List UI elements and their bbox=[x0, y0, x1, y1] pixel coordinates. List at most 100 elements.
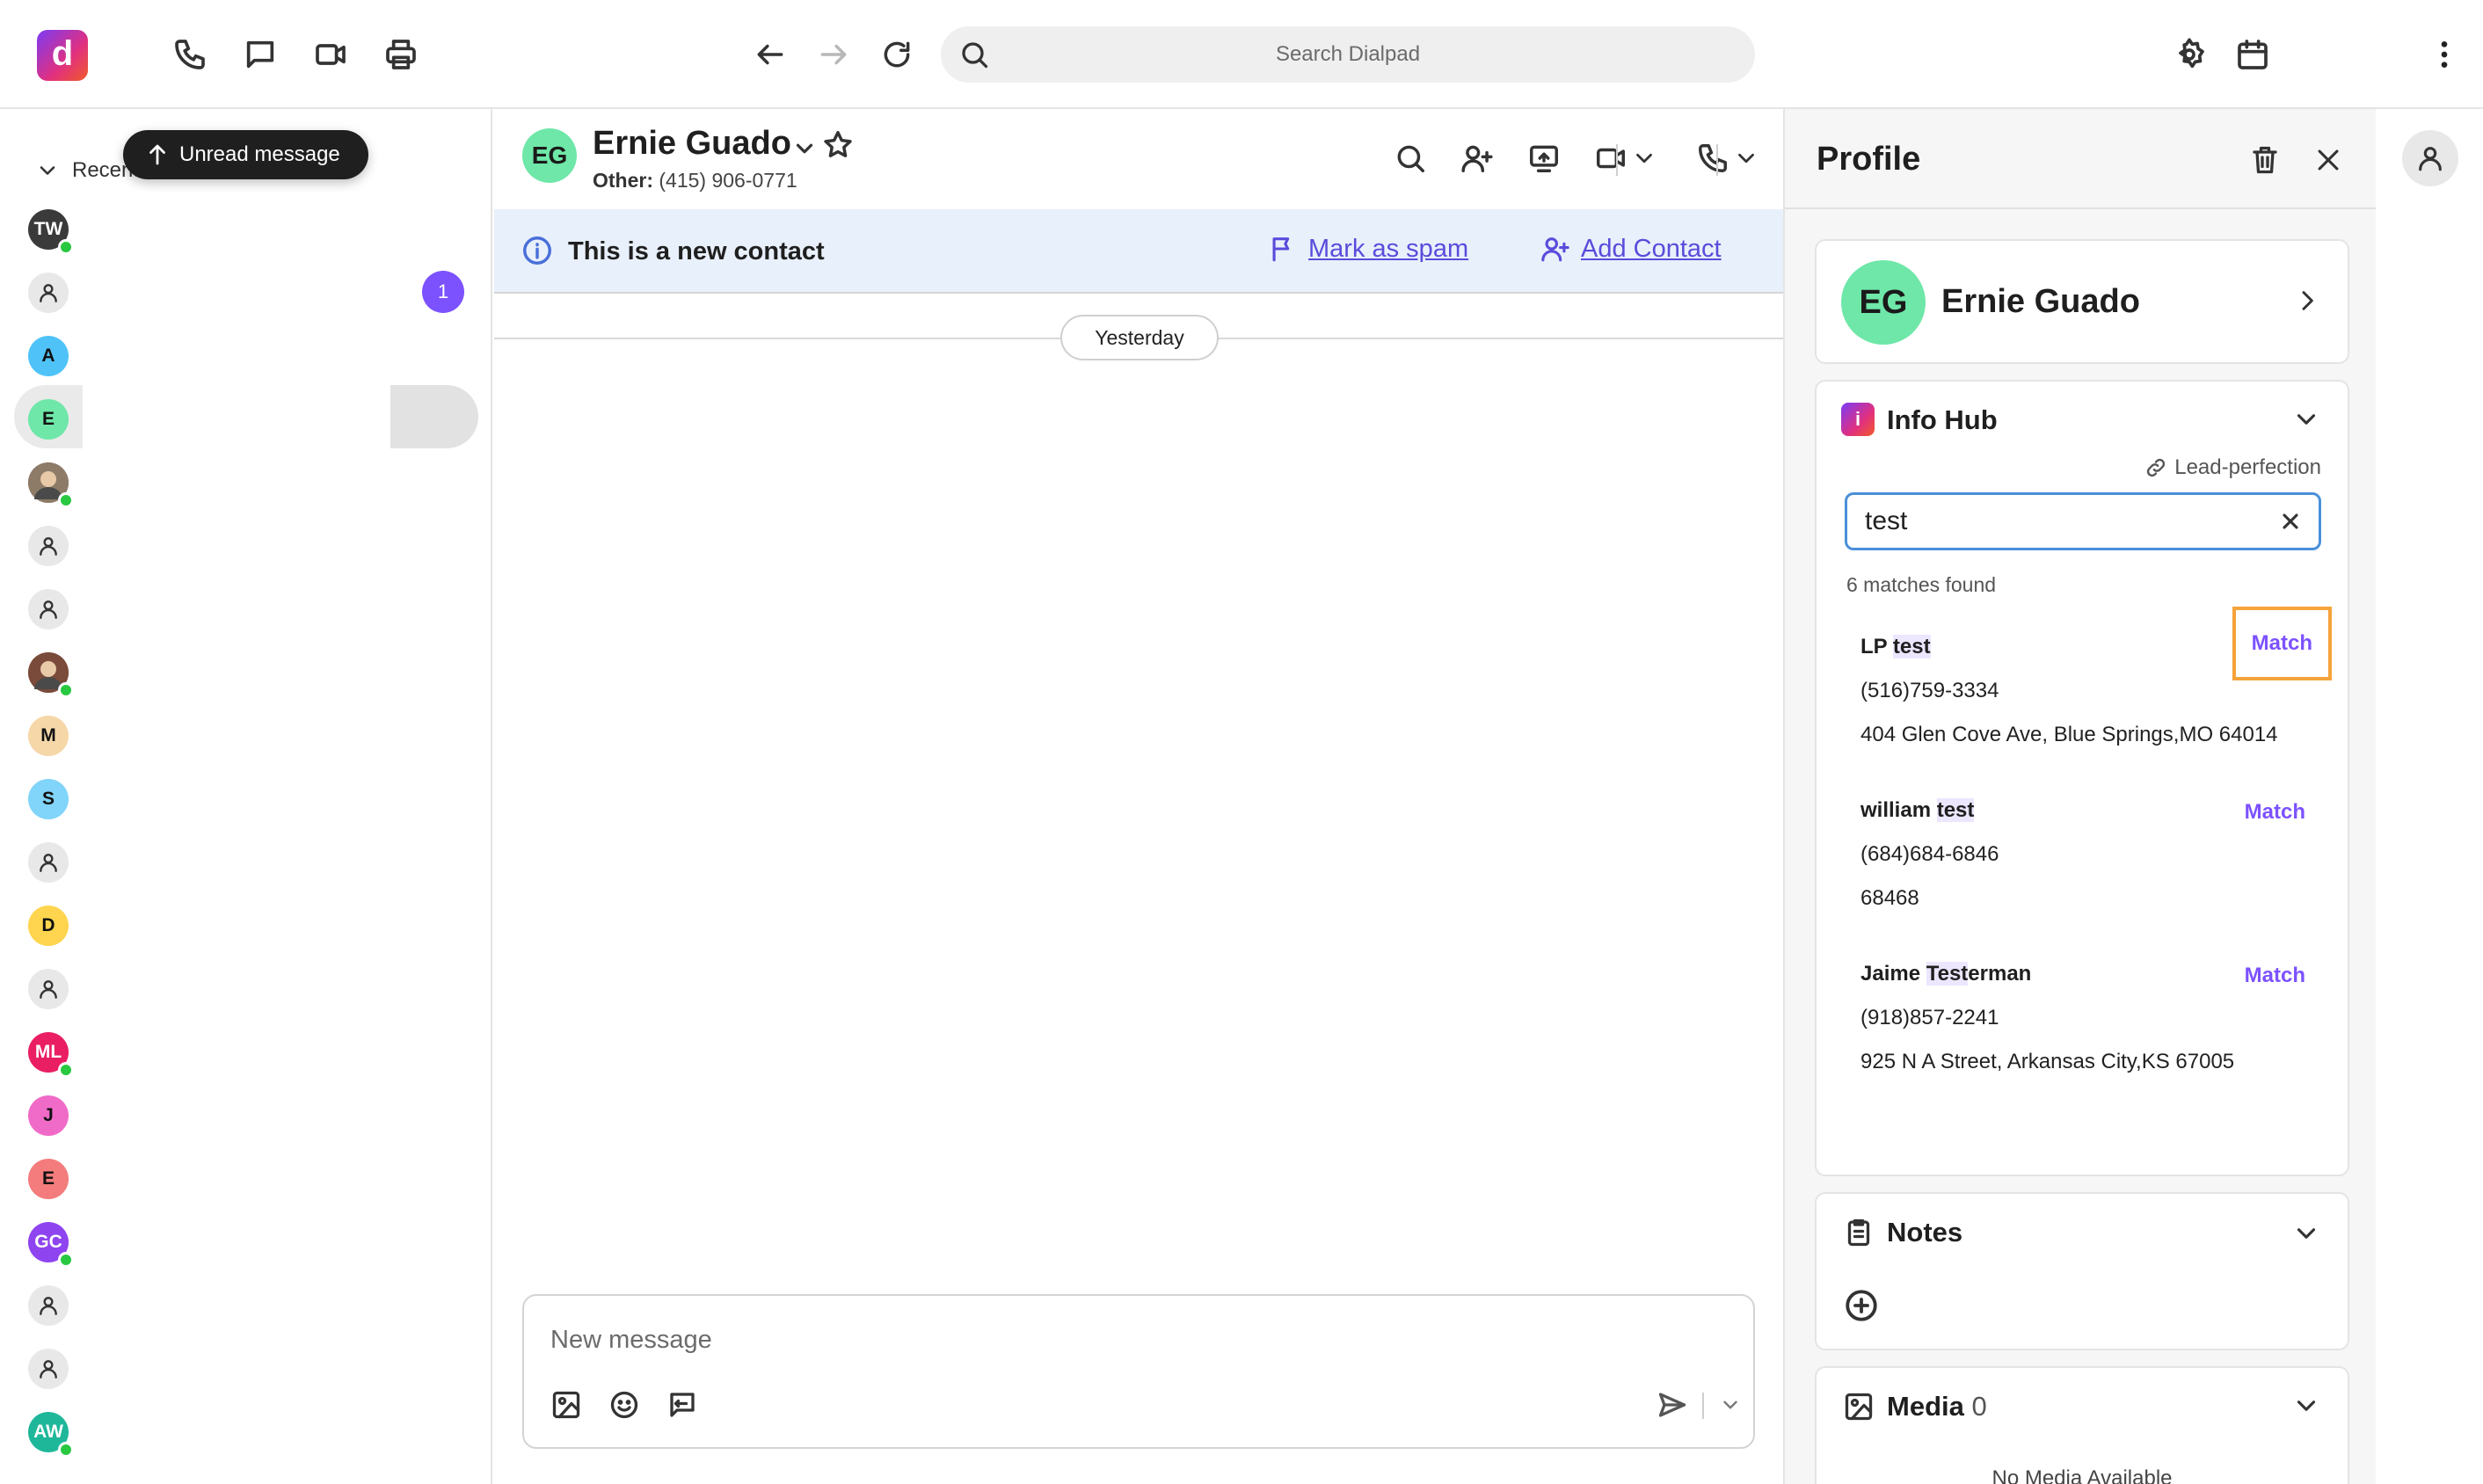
match-button[interactable]: Match bbox=[2229, 958, 2321, 993]
favorite-star-icon[interactable] bbox=[821, 128, 855, 162]
new-contact-banner: This is a new contact Mark as spam Add C… bbox=[494, 209, 1783, 294]
attach-image-icon[interactable] bbox=[545, 1384, 587, 1426]
add-contact-link[interactable]: Add Contact bbox=[1540, 234, 1722, 264]
add-contact-label: Add Contact bbox=[1581, 234, 1722, 263]
call-options-chevron-icon[interactable] bbox=[1722, 134, 1771, 183]
video-options-chevron-icon[interactable] bbox=[1620, 134, 1669, 183]
contact-avatar[interactable]: ML bbox=[28, 1032, 74, 1078]
profile-contact-card[interactable]: EG Ernie Guado bbox=[1815, 239, 2349, 364]
info-hub-logo-icon: i bbox=[1841, 403, 1875, 436]
media-title-label: Media bbox=[1887, 1391, 1964, 1422]
contact-avatar[interactable]: AW bbox=[28, 1412, 74, 1458]
media-count: 0 bbox=[1971, 1391, 1987, 1422]
info-hub-search-input[interactable] bbox=[1865, 495, 2252, 548]
add-participant-icon[interactable] bbox=[1453, 134, 1502, 183]
mark-as-spam-label: Mark as spam bbox=[1308, 234, 1469, 263]
emoji-icon[interactable] bbox=[603, 1384, 645, 1426]
match-button[interactable]: Match bbox=[2232, 607, 2333, 680]
phone-icon[interactable] bbox=[165, 30, 215, 79]
date-divider-label: Yesterday bbox=[1060, 315, 1219, 360]
result-phone: (684)684-6846 bbox=[1860, 842, 1999, 866]
separator bbox=[1702, 1393, 1704, 1419]
result-name-prefix: william bbox=[1860, 798, 1937, 822]
contact-avatar[interactable] bbox=[28, 652, 74, 698]
user-profile-icon[interactable] bbox=[2402, 130, 2458, 186]
printer-icon[interactable] bbox=[376, 30, 426, 79]
result-address: 404 Glen Cove Ave, Blue Springs,MO 64014 bbox=[1860, 723, 2278, 746]
result-name-highlight: Test bbox=[1926, 962, 1969, 986]
contact-avatar[interactable]: D bbox=[28, 906, 69, 946]
contact-avatar[interactable] bbox=[28, 969, 69, 1009]
notes-collapse-chevron-icon[interactable] bbox=[2291, 1218, 2321, 1248]
online-status-dot bbox=[58, 682, 74, 698]
contact-avatar[interactable] bbox=[28, 526, 69, 566]
info-hub-collapse-chevron-icon[interactable] bbox=[2291, 404, 2321, 434]
search-input[interactable] bbox=[941, 26, 1755, 83]
video-icon[interactable] bbox=[306, 30, 355, 79]
global-search[interactable] bbox=[941, 26, 1755, 83]
info-icon bbox=[521, 234, 554, 267]
dialpad-logo[interactable]: d bbox=[37, 30, 88, 81]
unread-message-button[interactable]: Unread message bbox=[123, 130, 368, 179]
contact-avatar[interactable]: J bbox=[28, 1095, 69, 1136]
contact-avatar[interactable] bbox=[28, 589, 69, 629]
matches-count: 6 matches found bbox=[1846, 573, 1997, 596]
person-icon bbox=[40, 1297, 57, 1315]
result-phone: (516)759-3334 bbox=[1860, 679, 1999, 702]
media-collapse-chevron-icon[interactable] bbox=[2291, 1391, 2321, 1421]
conversation-pane: EG Ernie Guado Other: (415) 906-0771 Thi… bbox=[494, 109, 1783, 1484]
contact-menu-chevron-icon[interactable] bbox=[791, 135, 818, 162]
contact-avatar[interactable]: E bbox=[28, 1159, 69, 1199]
online-status-dot bbox=[58, 1252, 74, 1268]
contact-phone-line: Other: (415) 906-0771 bbox=[593, 169, 797, 193]
chevron-down-icon bbox=[35, 158, 60, 183]
contact-avatar[interactable] bbox=[28, 273, 69, 313]
mark-as-spam-link[interactable]: Mark as spam bbox=[1268, 234, 1468, 264]
info-hub-title: Info Hub bbox=[1887, 404, 1998, 435]
send-options-chevron-icon[interactable] bbox=[1709, 1384, 1751, 1426]
person-icon bbox=[40, 980, 57, 999]
person-icon bbox=[40, 600, 57, 619]
contact-avatar[interactable] bbox=[28, 462, 74, 508]
quick-reply-icon[interactable] bbox=[661, 1384, 703, 1426]
match-button[interactable]: Match bbox=[2229, 795, 2321, 830]
integration-link[interactable]: Lead-perfection bbox=[2144, 455, 2321, 480]
refresh-icon[interactable] bbox=[872, 30, 921, 79]
contact-avatar[interactable] bbox=[28, 842, 69, 883]
contact-initials: E bbox=[41, 1168, 55, 1189]
contact-phone: (415) 906-0771 bbox=[659, 169, 797, 192]
clear-search-icon[interactable] bbox=[2278, 509, 2303, 534]
screen-share-icon[interactable] bbox=[1519, 134, 1569, 183]
contact-avatar[interactable]: E bbox=[28, 399, 69, 440]
online-status-dot bbox=[58, 1062, 74, 1078]
recents-sidebar: Recents TW A E M S D ML J E GC AW 1 Unread message bbox=[0, 109, 492, 1484]
contact-initials: AW bbox=[33, 1422, 63, 1442]
contact-initials: M bbox=[40, 725, 56, 746]
info-hub-result: william test (684)684-6846 68468 Match bbox=[1860, 798, 2318, 911]
calendar-icon[interactable] bbox=[2228, 30, 2277, 79]
message-input[interactable] bbox=[550, 1320, 1606, 1359]
contact-avatar[interactable] bbox=[28, 1285, 69, 1326]
search-conversation-icon[interactable] bbox=[1386, 134, 1435, 183]
forward-arrow-icon[interactable] bbox=[809, 30, 858, 79]
contact-avatar[interactable] bbox=[28, 1349, 69, 1389]
send-icon[interactable] bbox=[1651, 1384, 1693, 1426]
contact-name[interactable]: Ernie Guado bbox=[593, 125, 791, 163]
more-options-icon[interactable] bbox=[2420, 30, 2469, 79]
contact-avatar[interactable]: M bbox=[28, 716, 69, 756]
contact-avatar[interactable]: A bbox=[28, 336, 69, 376]
divider bbox=[1785, 207, 2377, 209]
contact-avatar[interactable]: EG bbox=[522, 128, 577, 183]
add-note-icon[interactable] bbox=[1843, 1287, 1880, 1324]
contact-avatar[interactable]: GC bbox=[28, 1222, 74, 1268]
trash-icon[interactable] bbox=[2240, 135, 2290, 185]
close-icon[interactable] bbox=[2304, 135, 2353, 185]
contact-avatar[interactable]: TW bbox=[28, 209, 74, 255]
chat-icon[interactable] bbox=[236, 30, 285, 79]
result-name-highlight: test bbox=[1936, 798, 1975, 822]
contact-avatar[interactable]: S bbox=[28, 779, 69, 819]
link-icon bbox=[2144, 456, 2167, 479]
settings-gear-icon[interactable] bbox=[2165, 30, 2214, 79]
back-arrow-icon[interactable] bbox=[746, 30, 795, 79]
online-status-dot bbox=[58, 1442, 74, 1458]
